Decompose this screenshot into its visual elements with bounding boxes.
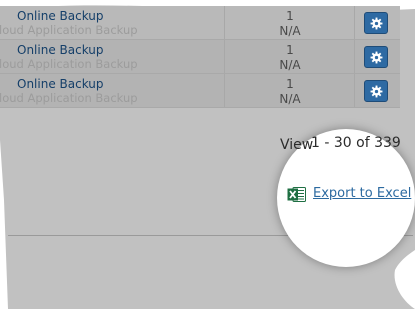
price-value: N/A: [279, 58, 301, 72]
row-settings-button[interactable]: [364, 12, 388, 34]
screenshot-stage: Online Backup Cloud Application Backup 1…: [0, 0, 415, 309]
column-divider: [224, 6, 225, 39]
table-row: Online Backup Cloud Application Backup 1…: [0, 6, 400, 40]
quantity-value: 1: [286, 43, 294, 57]
service-name-link[interactable]: Online Backup: [17, 43, 104, 57]
column-divider: [354, 40, 355, 73]
price-value: N/A: [279, 92, 301, 106]
price-value: N/A: [279, 24, 301, 38]
column-divider: [224, 40, 225, 73]
table-row: Online Backup Cloud Application Backup 1…: [0, 40, 400, 74]
row-settings-button[interactable]: [364, 46, 388, 68]
services-table: Online Backup Cloud Application Backup 1…: [0, 0, 400, 108]
excel-icon[interactable]: [287, 186, 307, 203]
service-subtitle: Cloud Application Backup: [0, 57, 138, 71]
gear-icon: [370, 17, 382, 29]
pagination-range: 1 - 30 of 339: [311, 135, 401, 151]
service-name-link[interactable]: Online Backup: [17, 77, 104, 91]
gear-icon: [370, 85, 382, 97]
service-subtitle: Cloud Application Backup: [0, 23, 138, 37]
service-name-link[interactable]: Online Backup: [17, 9, 104, 23]
quantity-value: 1: [286, 9, 294, 23]
column-divider: [224, 74, 225, 107]
column-divider: [354, 6, 355, 39]
table-row: Online Backup Cloud Application Backup 1…: [0, 74, 400, 108]
quantity-value: 1: [286, 77, 294, 91]
row-settings-button[interactable]: [364, 80, 388, 102]
pagination-view-label: View: [280, 137, 314, 153]
gear-icon: [370, 51, 382, 63]
service-subtitle: Cloud Application Backup: [0, 91, 138, 105]
export-to-excel-link[interactable]: Export to Excel: [313, 186, 411, 201]
column-divider: [354, 74, 355, 107]
